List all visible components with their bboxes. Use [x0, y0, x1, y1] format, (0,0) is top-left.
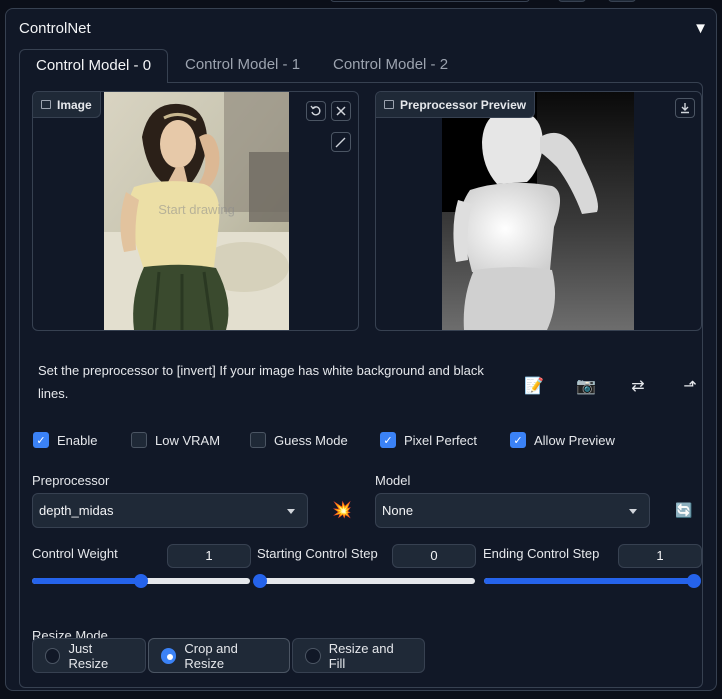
crop-and-resize-label: Crop and Resize: [184, 640, 238, 671]
previous-panel-edge: [330, 0, 530, 2]
slider-thumb[interactable]: [253, 574, 267, 588]
image-icon: [41, 100, 51, 109]
brush-icon[interactable]: [331, 132, 351, 152]
swap-icon[interactable]: ⇄: [626, 374, 650, 398]
tab-control-model-0[interactable]: Control Model - 0: [19, 49, 169, 83]
radio-crop-and-resize[interactable]: Crop and Resize: [148, 638, 290, 673]
control-weight-slider[interactable]: [32, 574, 250, 588]
image-label: Image: [33, 92, 101, 118]
slider-fill: [32, 578, 141, 584]
slider-track: [260, 578, 475, 584]
preview-label-text: Preprocessor Preview: [400, 97, 527, 112]
tab-content: Image Start drawing Preprocessor Preview…: [19, 82, 703, 688]
control-model-tabs: Control Model - 0 Control Model - 1 Cont…: [19, 49, 703, 83]
top-strip: [0, 0, 722, 6]
slider-fill: [484, 578, 694, 584]
tab-control-model-2[interactable]: Control Model - 2: [317, 49, 464, 83]
allow-preview-label: Allow Preview: [534, 432, 615, 448]
slider-thumb[interactable]: [134, 574, 148, 588]
start-drawing-hint: Start drawing: [158, 202, 235, 217]
run-preprocessor-icon[interactable]: 💥: [330, 498, 354, 522]
refresh-icon[interactable]: 🔄: [672, 498, 696, 522]
memo-icon[interactable]: 📝: [522, 374, 546, 398]
low-vram-label: Low VRAM: [155, 432, 221, 448]
ending-control-step-label: Ending Control Step: [483, 546, 600, 561]
allow-preview-checkbox[interactable]: ✓ Allow Preview: [510, 432, 615, 448]
ending-control-step-input[interactable]: 1: [618, 544, 702, 568]
checkbox-checked-icon: ✓: [33, 432, 49, 448]
radio-just-resize[interactable]: Just Resize: [32, 638, 146, 673]
undo-icon[interactable]: [306, 101, 326, 121]
image-label-text: Image: [57, 97, 92, 112]
accordion-title[interactable]: ControlNet: [19, 20, 91, 37]
previous-button-edge: [558, 0, 586, 2]
enable-label: Enable: [57, 432, 98, 448]
depth-map-image: [442, 92, 634, 330]
send-icon[interactable]: ⬏: [678, 374, 702, 398]
checkbox-checked-icon: ✓: [510, 432, 526, 448]
controlnet-accordion: ControlNet ▼ Control Model - 0 Control M…: [5, 8, 717, 691]
enable-checkbox[interactable]: ✓ Enable: [33, 432, 97, 448]
depth-svg: [442, 92, 634, 330]
starting-control-step-input[interactable]: 0: [392, 544, 476, 568]
control-weight-label: Control Weight: [32, 546, 118, 561]
radio-resize-and-fill[interactable]: Resize and Fill: [292, 638, 425, 673]
preprocessor-value: depth_midas: [39, 503, 114, 518]
guess-mode-checkbox[interactable]: Guess Mode: [250, 432, 348, 448]
camera-icon[interactable]: 📷: [574, 374, 598, 398]
checkbox-empty-icon: [250, 432, 266, 448]
tab-control-model-1[interactable]: Control Model - 1: [169, 49, 316, 83]
chevron-down-icon: [287, 509, 295, 514]
chevron-down-icon: [629, 509, 637, 514]
low-vram-checkbox[interactable]: Low VRAM: [131, 432, 220, 448]
radio-empty-icon: [305, 647, 321, 664]
close-icon[interactable]: [331, 101, 351, 121]
invert-hint-text: Set the preprocessor to [invert] If your…: [38, 363, 484, 401]
model-value: None: [382, 503, 414, 518]
slider-thumb[interactable]: [687, 574, 701, 588]
ending-control-step-slider[interactable]: [484, 574, 701, 588]
pixel-perfect-label: Pixel Perfect: [404, 432, 477, 448]
preprocessor-preview-panel: Preprocessor Preview: [375, 91, 702, 331]
collapse-toggle-icon[interactable]: ▼: [693, 20, 708, 37]
radio-empty-icon: [45, 647, 61, 664]
guess-mode-label: Guess Mode: [274, 432, 348, 448]
previous-button-edge-2: [608, 0, 636, 2]
control-weight-input[interactable]: 1: [167, 544, 251, 568]
model-label: Model: [375, 473, 411, 488]
starting-control-step-slider[interactable]: [253, 574, 475, 588]
preprocessor-dropdown[interactable]: depth_midas: [32, 493, 308, 528]
download-icon[interactable]: [675, 98, 695, 118]
image-icon: [384, 100, 394, 109]
preprocessor-label: Preprocessor: [32, 473, 110, 488]
preview-label: Preprocessor Preview: [376, 92, 536, 118]
pixel-perfect-checkbox[interactable]: ✓ Pixel Perfect: [380, 432, 477, 448]
model-dropdown[interactable]: None: [375, 493, 650, 528]
radio-selected-icon: [161, 647, 177, 664]
checkbox-empty-icon: [131, 432, 147, 448]
image-input-panel[interactable]: Image Start drawing: [32, 91, 359, 331]
just-resize-label: Just Resize: [68, 640, 109, 671]
checkbox-checked-icon: ✓: [380, 432, 396, 448]
resize-and-fill-label: Resize and Fill: [328, 640, 394, 671]
starting-control-step-label: Starting Control Step: [257, 546, 378, 561]
